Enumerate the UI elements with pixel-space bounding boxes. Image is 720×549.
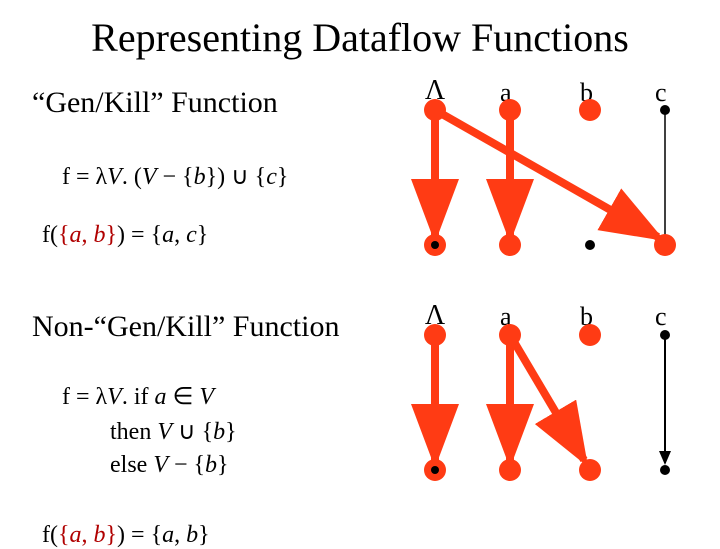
eq1-var-b: b xyxy=(194,164,206,190)
eq5-else: else xyxy=(62,452,153,478)
eq6-b: b xyxy=(94,522,106,548)
equation-2: f({a, b}) = {a, c} xyxy=(30,195,208,249)
eq1-mid3: }) ∪ { xyxy=(206,164,267,190)
section-1-heading: “Gen/Kill” Function xyxy=(32,86,278,120)
node-b-top xyxy=(579,99,601,121)
eq6-close: } xyxy=(106,522,118,548)
node2-c-top xyxy=(660,330,670,340)
eq6-open: { xyxy=(58,522,70,548)
node2-a-bot xyxy=(499,459,521,481)
eq2-lhs: f( xyxy=(42,222,58,248)
eq5-V: V xyxy=(153,452,168,478)
eq2-end: } xyxy=(197,222,209,248)
equation-1: f = λV. (V − {b}) ∪ {c} xyxy=(50,135,288,191)
eq2-eq: ) = { xyxy=(117,222,162,248)
eq2-ra: a xyxy=(162,222,174,248)
page-title: Representing Dataflow Functions xyxy=(0,14,720,61)
eq6-end: } xyxy=(198,522,210,548)
eq1-lhs: f = λ xyxy=(62,164,107,190)
node2-c-bot xyxy=(660,465,670,475)
eq2-com: , xyxy=(82,222,94,248)
section-2-heading: Non-“Gen/Kill” Function xyxy=(32,310,339,344)
node-a-top xyxy=(499,99,521,121)
eq2-close: } xyxy=(106,222,118,248)
eq2-open: { xyxy=(58,222,70,248)
eq6-eq: ) = { xyxy=(117,522,162,548)
eq1-var-v2: V xyxy=(142,164,157,190)
node2-lambda-bot-inner xyxy=(431,466,439,474)
node2-a-top xyxy=(499,324,521,346)
eq1-var-c: c xyxy=(266,164,277,190)
edge2-a-b xyxy=(510,335,584,460)
eq6-lhs: f( xyxy=(42,522,58,548)
eq5-b: b xyxy=(205,452,217,478)
node2-b-top xyxy=(579,324,601,346)
eq6-com: , xyxy=(82,522,94,548)
non-gen-kill-diagram: Λ xyxy=(395,310,695,490)
eq2-b: b xyxy=(94,222,106,248)
node-lambda-bot-inner xyxy=(431,241,439,249)
edge-lambda-c xyxy=(435,110,658,237)
eq6-a: a xyxy=(70,522,82,548)
eq5-end: } xyxy=(217,452,229,478)
node2-b-bot xyxy=(579,459,601,481)
eq6-com2: , xyxy=(174,522,186,548)
node-a-bot xyxy=(499,234,521,256)
node-b-bot xyxy=(585,240,595,250)
eq2-com2: , xyxy=(174,222,186,248)
eq5-min: − { xyxy=(168,452,205,478)
eq1-mid2: − { xyxy=(157,164,194,190)
equation-5: else V − {b} xyxy=(50,425,229,479)
node-c-bot xyxy=(654,234,676,256)
eq2-rc: c xyxy=(186,222,197,248)
node2-lambda-top xyxy=(424,324,446,346)
equation-6: f({a, b}) = {a, b} xyxy=(30,495,210,549)
eq1-var-v: V xyxy=(107,164,122,190)
eq2-a: a xyxy=(70,222,82,248)
node-c-top xyxy=(660,105,670,115)
node-lambda-top xyxy=(424,99,446,121)
eq6-ra: a xyxy=(162,522,174,548)
eq1-mid1: . ( xyxy=(122,164,142,190)
gen-kill-diagram: Λ xyxy=(395,85,695,265)
eq1-end: } xyxy=(277,164,289,190)
eq6-rb: b xyxy=(186,522,198,548)
